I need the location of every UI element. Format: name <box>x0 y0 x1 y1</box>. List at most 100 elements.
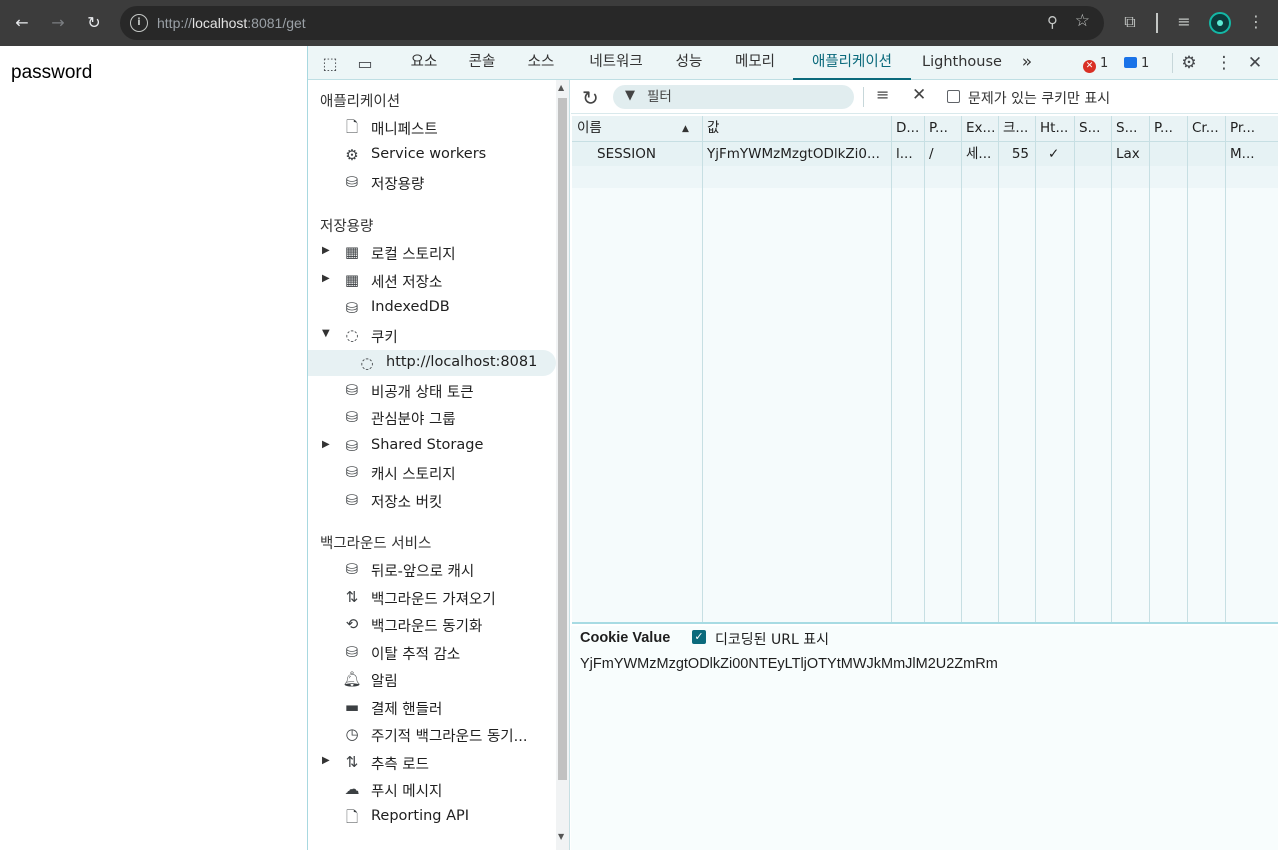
sidebar-item-manifest[interactable]: 🗋 매니페스트 <box>308 114 556 140</box>
sidebar-item-storage[interactable]: ⛁ 저장용량 <box>308 169 556 195</box>
extensions-icon[interactable]: ⧉ <box>1119 11 1141 33</box>
tab-lighthouse[interactable]: Lighthouse <box>920 46 1004 80</box>
cell-expires: 세... <box>966 146 992 162</box>
column-header-domain[interactable]: D... <box>891 116 924 142</box>
expand-arrow-icon[interactable]: ▶ <box>322 439 330 450</box>
media-control-icon[interactable]: ≡ <box>1173 11 1195 33</box>
column-header-path[interactable]: P... <box>924 116 961 142</box>
expand-arrow-icon[interactable]: ▶ <box>322 755 330 766</box>
browser-menu-icon[interactable]: ⋮ <box>1245 11 1267 33</box>
cloud-icon: ☁ <box>344 780 360 798</box>
more-tabs-icon[interactable]: » <box>1015 46 1039 80</box>
tab-application[interactable]: 애플리케이션 <box>793 46 911 80</box>
inspect-element-icon[interactable]: ⬚ <box>319 54 341 74</box>
sidebar-item-speculative-loads[interactable]: ▶ ⇅ 추측 로드 <box>308 749 556 775</box>
sidebar-item-background-sync[interactable]: ⟲ 백그라운드 동기화 <box>308 611 556 637</box>
column-header-size[interactable]: 크... <box>998 116 1035 142</box>
address-bar[interactable]: i http://localhost:8081/get ⚲ ☆ <box>120 6 1104 40</box>
column-header-partition-key[interactable]: P... <box>1149 116 1187 142</box>
url-text[interactable]: http://localhost:8081/get <box>157 15 306 31</box>
tab-console[interactable]: 콘솔 <box>459 46 505 80</box>
show-decoded-checkbox[interactable]: ✓ <box>692 630 706 644</box>
profile-avatar[interactable] <box>1209 12 1231 34</box>
sync-icon: ⟲ <box>345 615 359 633</box>
scroll-down-arrow-icon[interactable]: ▼ <box>558 832 564 841</box>
filter-field[interactable]: ▼ <box>613 85 854 109</box>
tab-sources[interactable]: 소스 <box>518 46 564 80</box>
sidebar-item-reporting-api[interactable]: 🗋 Reporting API <box>308 804 556 830</box>
tab-performance[interactable]: 성능 <box>666 46 712 80</box>
table-icon: ▦ <box>344 271 360 289</box>
sidebar-item-background-fetch[interactable]: ⇅ 백그라운드 가져오기 <box>308 584 556 610</box>
scroll-up-arrow-icon[interactable]: ▲ <box>558 83 564 92</box>
sidebar-item-label: 주기적 백그라운드 동기... <box>371 729 528 745</box>
database-icon: ⛁ <box>345 299 359 317</box>
sidebar-item-bounce-tracking[interactable]: ⛁ 이탈 추적 감소 <box>308 639 556 665</box>
error-count-badge[interactable]: ✕ 1 <box>1083 56 1108 73</box>
cookie-icon: ◌ <box>360 354 374 372</box>
sidebar-item-cache-storage[interactable]: ⛁ 캐시 스토리지 <box>308 459 556 485</box>
device-toolbar-icon[interactable]: ▭ <box>354 54 376 74</box>
document-icon: 🗋 <box>345 118 359 136</box>
sidebar-item-label: 이탈 추적 감소 <box>371 647 461 663</box>
sidebar-item-push-messaging[interactable]: ☁ 푸시 메시지 <box>308 776 556 802</box>
tab-memory[interactable]: 메모리 <box>724 46 786 80</box>
column-header-priority[interactable]: Pr... <box>1225 116 1278 142</box>
refresh-icon[interactable]: ↻ <box>582 86 599 110</box>
cell-secure <box>1074 142 1111 166</box>
sidebar-item-cookies[interactable]: ▼ ◌ 쿠키 <box>308 322 556 348</box>
sidebar-item-payment-handler[interactable]: ▬ 결제 핸들러 <box>308 694 556 720</box>
devtools-menu-icon[interactable]: ⋮ <box>1213 52 1235 74</box>
sidebar-item-indexeddb[interactable]: ⛁ IndexedDB <box>308 295 556 321</box>
table-row[interactable]: SESSION YjFmYWMzMzgtODlkZi0... l... / 세.… <box>572 142 1278 166</box>
section-application: 애플리케이션 <box>320 94 401 110</box>
sidebar-item-notifications[interactable]: 🔔︎ 알림 <box>308 666 556 692</box>
message-count-badge[interactable]: 1 <box>1124 56 1149 71</box>
sidebar-item-label: 쿠키 <box>371 330 398 346</box>
bookmark-star-icon[interactable]: ☆ <box>1075 11 1090 31</box>
column-header-httponly[interactable]: Ht... <box>1035 116 1074 142</box>
filter-input[interactable] <box>647 88 847 106</box>
sidebar-item-cookie-origin[interactable]: ◌ http://localhost:8081 <box>308 350 556 376</box>
sidebar-item-periodic-sync[interactable]: ◷ 주기적 백그라운드 동기... <box>308 721 556 747</box>
sidebar-item-local-storage[interactable]: ▶ ▦ 로컬 스토리지 <box>308 239 556 265</box>
sidebar-item-private-state-tokens[interactable]: ⛁ 비공개 상태 토큰 <box>308 377 556 403</box>
scrollbar-thumb[interactable] <box>558 98 567 780</box>
sidebar-item-session-storage[interactable]: ▶ ▦ 세션 저장소 <box>308 267 556 293</box>
reload-icon[interactable]: ↻ <box>82 11 106 35</box>
site-info-icon[interactable]: i <box>130 14 148 32</box>
column-divider <box>961 116 962 622</box>
tab-elements[interactable]: 요소 <box>401 46 447 80</box>
zoom-icon[interactable]: ⚲ <box>1047 13 1058 31</box>
sidebar-item-label: 백그라운드 동기화 <box>371 619 483 635</box>
column-header-cross-site[interactable]: Cr... <box>1187 116 1225 142</box>
expand-arrow-icon[interactable]: ▶ <box>322 273 330 284</box>
column-header-expires[interactable]: Ex... <box>961 116 998 142</box>
column-header-samesite[interactable]: S... <box>1111 116 1149 142</box>
sidebar-item-bfcache[interactable]: ⛁ 뒤로-앞으로 캐시 <box>308 556 556 582</box>
cookie-icon: ◌ <box>345 326 359 344</box>
show-decoded-label[interactable]: 디코딩된 URL 표시 <box>715 629 829 649</box>
sidebar-item-shared-storage[interactable]: ▶ ⛁ Shared Storage <box>308 433 556 459</box>
tab-network[interactable]: 네트워크 <box>577 46 655 80</box>
column-header-secure[interactable]: S... <box>1074 116 1111 142</box>
expand-arrow-icon[interactable]: ▶ <box>322 245 330 256</box>
back-icon[interactable]: ← <box>10 11 34 35</box>
sidebar-item-interest-groups[interactable]: ⛁ 관심분야 그룹 <box>308 404 556 430</box>
collapse-arrow-icon[interactable]: ▼ <box>322 328 330 339</box>
database-icon: ⛁ <box>345 408 359 426</box>
cookie-value-text[interactable]: YjFmYWMzMzgtODlkZi00NTEyLTljOTYtMWJkMmJl… <box>580 656 998 672</box>
clear-filtered-cookies-icon[interactable]: ≡ <box>876 85 889 104</box>
forward-icon[interactable]: → <box>46 11 70 35</box>
sidebar-item-label: 저장소 버킷 <box>371 495 443 511</box>
sidebar-item-service-workers[interactable]: ⚙ Service workers <box>308 142 556 168</box>
up-down-arrows-icon: ⇅ <box>345 588 359 606</box>
clear-all-cookies-icon[interactable]: ✕ <box>912 85 926 105</box>
sidebar-scrollbar[interactable]: ▲ ▼ <box>556 80 569 850</box>
settings-gear-icon[interactable]: ⚙ <box>1178 52 1200 74</box>
issues-only-checkbox[interactable] <box>947 90 960 103</box>
sidebar-item-storage-buckets[interactable]: ⛁ 저장소 버킷 <box>308 487 556 513</box>
column-header-value[interactable]: 값 <box>702 116 891 142</box>
close-devtools-icon[interactable]: ✕ <box>1244 52 1266 74</box>
sidebar-item-label: 알림 <box>371 674 398 690</box>
